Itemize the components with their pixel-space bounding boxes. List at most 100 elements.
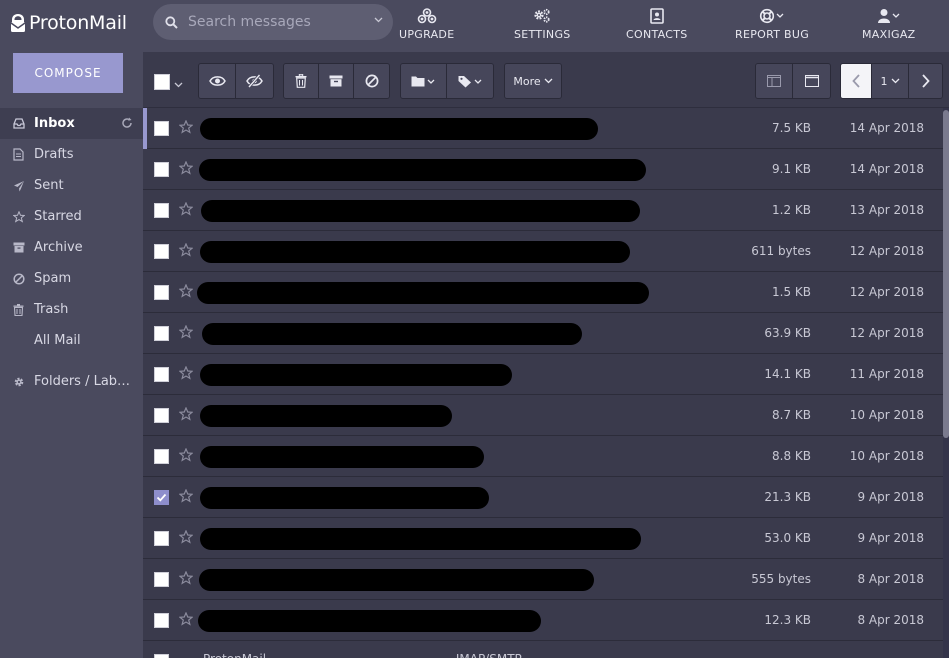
message-date: 13 Apr 2018 xyxy=(849,203,924,217)
refresh-icon[interactable] xyxy=(121,117,133,133)
sidebar-item-archive[interactable]: Archive xyxy=(0,232,143,263)
message-row[interactable]: 8.7 KB 10 Apr 2018 xyxy=(143,395,943,436)
star-icon[interactable] xyxy=(178,119,194,137)
message-checkbox[interactable] xyxy=(154,613,169,628)
star-icon[interactable] xyxy=(178,160,194,178)
message-checkbox[interactable] xyxy=(154,572,169,587)
redacted-subject[interactable] xyxy=(200,241,630,263)
sidebar-item-all-mail[interactable]: All Mail xyxy=(0,325,143,356)
scrollbar[interactable] xyxy=(943,108,949,658)
star-icon[interactable] xyxy=(178,283,194,301)
redacted-subject[interactable] xyxy=(199,569,594,591)
spam-button[interactable] xyxy=(354,64,389,98)
star-icon[interactable] xyxy=(178,447,194,465)
star-icon[interactable] xyxy=(178,365,194,383)
sidebar-item-trash[interactable]: Trash xyxy=(0,294,143,325)
message-row[interactable]: 53.0 KB 9 Apr 2018 xyxy=(143,518,943,559)
redacted-subject[interactable] xyxy=(197,282,649,304)
redacted-subject[interactable] xyxy=(200,487,489,509)
star-icon[interactable] xyxy=(178,529,194,547)
redacted-subject[interactable] xyxy=(200,405,452,427)
sidebar-nav: Inbox Drafts Sent Starred Archive Spam T… xyxy=(0,108,143,397)
message-row[interactable]: 21.3 KB 9 Apr 2018 xyxy=(143,477,943,518)
redacted-subject[interactable] xyxy=(200,364,512,386)
star-icon[interactable] xyxy=(178,570,194,588)
nav-settings[interactable]: SETTINGS xyxy=(514,6,571,41)
message-row[interactable]: 8.8 KB 10 Apr 2018 xyxy=(143,436,943,477)
mark-unread-button[interactable] xyxy=(236,64,273,98)
message-row[interactable]: 1.2 KB 13 Apr 2018 xyxy=(143,190,943,231)
scrollbar-thumb[interactable] xyxy=(943,110,949,438)
nav-user-menu[interactable]: MAXIGAZ xyxy=(862,6,915,41)
star-icon[interactable] xyxy=(178,488,194,506)
label-as-button[interactable] xyxy=(447,64,493,98)
star-icon[interactable] xyxy=(178,324,194,342)
message-checkbox[interactable] xyxy=(154,285,169,300)
redacted-subject[interactable] xyxy=(201,200,640,222)
split-layout-button[interactable] xyxy=(756,64,793,98)
trash-button[interactable] xyxy=(284,64,319,98)
more-actions-button[interactable]: More xyxy=(505,64,561,98)
next-page-button[interactable] xyxy=(909,64,942,98)
redacted-subject[interactable] xyxy=(200,118,598,140)
redacted-subject[interactable] xyxy=(202,323,582,345)
message-row[interactable]: 14.1 KB 11 Apr 2018 xyxy=(143,354,943,395)
message-row[interactable]: 12.3 KB 8 Apr 2018 xyxy=(143,600,943,641)
brand-logo[interactable]: ProtonMail xyxy=(10,10,127,36)
sidebar-item-starred[interactable]: Starred xyxy=(0,201,143,232)
nav-contacts[interactable]: CONTACTS xyxy=(626,6,688,41)
archive-button[interactable] xyxy=(319,64,354,98)
message-row[interactable]: 63.9 KB 12 Apr 2018 xyxy=(143,313,943,354)
select-all-checkbox[interactable] xyxy=(154,74,170,90)
sidebar-item-sent[interactable]: Sent xyxy=(0,170,143,201)
redacted-subject[interactable] xyxy=(199,159,646,181)
sidebar-item-label: Trash xyxy=(34,302,69,317)
message-row[interactable]: 1.5 KB 12 Apr 2018 xyxy=(143,272,943,313)
message-checkbox[interactable] xyxy=(154,449,169,464)
star-icon[interactable] xyxy=(178,611,194,629)
star-icon[interactable] xyxy=(178,406,194,424)
chevron-down-icon[interactable] xyxy=(174,77,183,92)
message-date: 12 Apr 2018 xyxy=(849,244,924,258)
search-icon[interactable] xyxy=(165,15,178,29)
message-checkbox[interactable] xyxy=(154,408,169,423)
message-checkbox[interactable] xyxy=(154,490,169,505)
message-checkbox[interactable] xyxy=(154,244,169,259)
redacted-subject[interactable] xyxy=(200,528,641,550)
message-row[interactable]: 555 bytes 8 Apr 2018 xyxy=(143,559,943,600)
row-layout-button[interactable] xyxy=(793,64,830,98)
star-icon[interactable] xyxy=(178,201,194,219)
message-checkbox[interactable] xyxy=(154,203,169,218)
message-checkbox[interactable] xyxy=(154,531,169,546)
chevron-down-icon[interactable] xyxy=(374,17,383,23)
message-checkbox[interactable] xyxy=(154,162,169,177)
star-icon[interactable] xyxy=(178,242,194,260)
move-to-folder-button[interactable] xyxy=(401,64,447,98)
message-row[interactable]: 7.5 KB 14 Apr 2018 xyxy=(143,108,943,149)
sidebar-item-drafts[interactable]: Drafts xyxy=(0,139,143,170)
message-checkbox[interactable] xyxy=(154,121,169,136)
message-row[interactable]: 9.1 KB 14 Apr 2018 xyxy=(143,149,943,190)
sidebar-item-folders-labels[interactable]: Folders / Lab… xyxy=(0,366,143,397)
message-size: 8.8 KB xyxy=(772,449,811,463)
compose-button[interactable]: COMPOSE xyxy=(13,53,123,93)
page-select[interactable]: 1 xyxy=(872,64,909,98)
message-checkbox[interactable] xyxy=(154,654,169,658)
message-checkbox[interactable] xyxy=(154,326,169,341)
ban-icon xyxy=(12,272,25,285)
redacted-subject[interactable] xyxy=(200,446,484,468)
search-box[interactable] xyxy=(153,4,393,40)
message-row[interactable]: ProtonMail — — — — — — — — — — — —IMAP/S… xyxy=(143,641,943,658)
sidebar-item-spam[interactable]: Spam xyxy=(0,263,143,294)
redacted-subject[interactable] xyxy=(198,610,541,632)
sidebar-item-inbox[interactable]: Inbox xyxy=(0,108,143,139)
message-row[interactable]: 611 bytes 12 Apr 2018 xyxy=(143,231,943,272)
mark-read-button[interactable] xyxy=(199,64,236,98)
search-input[interactable] xyxy=(188,14,368,30)
nav-upgrade[interactable]: UPGRADE xyxy=(399,6,454,41)
sidebar-item-label: Inbox xyxy=(34,116,75,131)
message-checkbox[interactable] xyxy=(154,367,169,382)
columns-layout-icon xyxy=(767,75,781,87)
nav-report-bug[interactable]: REPORT BUG xyxy=(735,6,809,41)
previous-page-button[interactable] xyxy=(841,64,872,98)
